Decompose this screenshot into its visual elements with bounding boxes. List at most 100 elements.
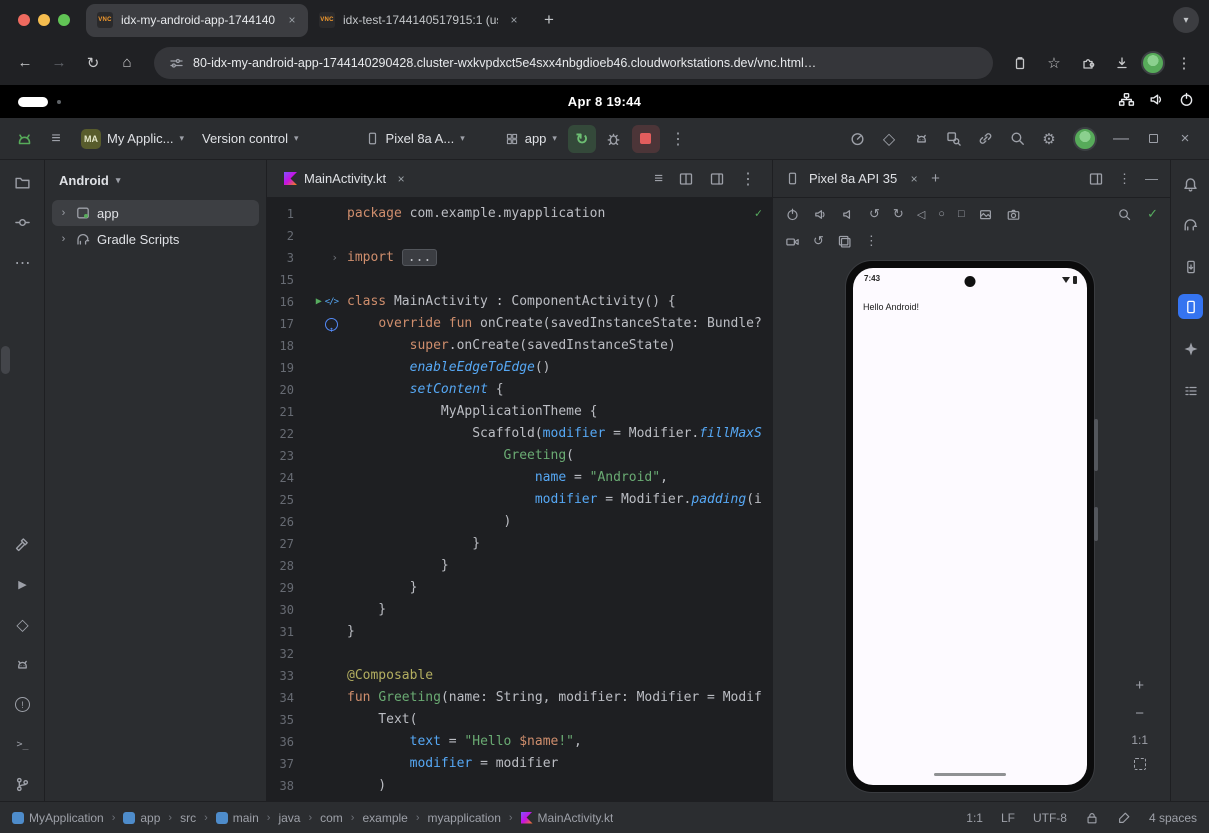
code-line[interactable]: 1package com.example.myapplication <box>267 203 772 225</box>
gradle-tool-icon[interactable] <box>1178 212 1203 237</box>
main-menu-hamburger-icon[interactable]: ≡ <box>42 125 70 153</box>
project-folder-icon[interactable] <box>10 170 35 195</box>
terminal-icon[interactable]: >_ <box>10 732 35 757</box>
tab-search-button[interactable]: ▾ <box>1173 7 1199 33</box>
browser-tab-active[interactable]: VNC idx-my-android-app-1744140 × <box>86 4 308 37</box>
volume-up-icon[interactable] <box>813 207 828 222</box>
project-panel-header[interactable]: Android ▾ <box>45 160 266 200</box>
editor-tab-mainactivity[interactable]: MainActivity.kt × <box>273 160 420 197</box>
readonly-lock-icon[interactable] <box>1085 811 1099 825</box>
logcat-icon[interactable] <box>907 125 935 153</box>
speaker-icon[interactable] <box>1148 91 1165 108</box>
app-quality-insights-tool-icon[interactable]: ◇ <box>10 612 35 637</box>
logcat-tool-icon[interactable] <box>10 652 35 677</box>
minimize-window-button[interactable] <box>38 14 50 26</box>
zoom-in-icon[interactable]: + <box>1135 677 1144 694</box>
device-explorer-icon[interactable] <box>1178 254 1203 279</box>
device-selector[interactable]: Pixel 8a A... ▾ <box>358 127 472 150</box>
zoom-ratio-label[interactable]: 1:1 <box>1131 733 1148 747</box>
problems-icon[interactable]: ! <box>10 692 35 717</box>
tab-close-icon[interactable]: × <box>284 12 300 28</box>
git-branch-icon[interactable] <box>10 772 35 797</box>
code-line[interactable]: 38 ) <box>267 775 772 797</box>
code-line[interactable]: 3›import ... <box>267 247 772 269</box>
device-power-icon[interactable] <box>785 207 800 222</box>
tree-item-gradle-scripts[interactable]: › Gradle Scripts <box>52 226 259 252</box>
code-line[interactable]: 27 } <box>267 533 772 555</box>
browser-menu-kebab-icon[interactable]: ⋮ <box>1169 48 1199 78</box>
search-everywhere-icon[interactable] <box>1003 125 1031 153</box>
rotate-right-icon[interactable]: ↻ <box>893 206 904 222</box>
inspections-ok-icon[interactable]: ✓ <box>755 206 762 220</box>
emulator-more-kebab-icon[interactable]: ⋮ <box>865 233 878 249</box>
ide-maximize-icon[interactable] <box>1139 125 1167 153</box>
address-bar[interactable]: 80-idx-my-android-app-1744140290428.clus… <box>154 47 993 79</box>
run-gutter-icon[interactable]: ▶ <box>316 291 322 313</box>
code-line[interactable]: 31} <box>267 621 772 643</box>
add-device-tab-icon[interactable]: + <box>931 170 940 187</box>
home-icon[interactable]: ⌂ <box>112 48 142 78</box>
debug-bug-icon[interactable] <box>600 125 628 153</box>
tool-window-drag-handle[interactable] <box>1 346 10 374</box>
code-line[interactable]: 26 ) <box>267 511 772 533</box>
structure-list-icon[interactable] <box>1178 378 1203 403</box>
code-line[interactable]: 34fun Greeting(name: String, modifier: M… <box>267 687 772 709</box>
network-icon[interactable] <box>1118 91 1135 108</box>
code-line[interactable]: 16▶</>class MainActivity : ComponentActi… <box>267 291 772 313</box>
code-line[interactable]: 22 Scaffold(modifier = Modifier.fillMaxS <box>267 423 772 445</box>
compose-gutter-icon[interactable]: </> <box>325 291 338 313</box>
breadcrumb-item[interactable]: src <box>180 811 196 825</box>
fit-to-window-icon[interactable] <box>1134 758 1146 770</box>
record-video-icon[interactable] <box>785 234 800 249</box>
code-line[interactable]: 32 <box>267 643 772 665</box>
ide-minimize-icon[interactable]: — <box>1107 125 1135 153</box>
override-gutter-icon[interactable]: ↑ <box>325 318 338 331</box>
phone-screen[interactable]: 7:43 Hello Android! <box>853 268 1087 785</box>
site-settings-icon[interactable] <box>168 55 184 71</box>
fullscreen-window-button[interactable] <box>58 14 70 26</box>
bookmark-star-icon[interactable]: ☆ <box>1039 48 1069 78</box>
code-line[interactable]: 23 Greeting( <box>267 445 772 467</box>
screenshot-icon[interactable] <box>978 207 993 222</box>
code-line[interactable]: 29 } <box>267 577 772 599</box>
code-line[interactable]: 2 <box>267 225 772 247</box>
run-tool-window-icon[interactable]: ▶ <box>10 572 35 597</box>
code-line[interactable]: 18 super.onCreate(savedInstanceState) <box>267 335 772 357</box>
rotate-left-icon[interactable]: ↺ <box>869 206 880 222</box>
tab-close-icon[interactable]: × <box>506 12 522 28</box>
code-line[interactable]: 21 MyApplicationTheme { <box>267 401 772 423</box>
android-back-icon[interactable]: ◁ <box>917 208 925 221</box>
ide-close-icon[interactable]: × <box>1171 125 1199 153</box>
new-tab-button[interactable]: + <box>536 7 562 33</box>
profiler-icon[interactable] <box>843 125 871 153</box>
breadcrumb-item[interactable]: MyApplication <box>12 811 104 825</box>
android-home-icon[interactable]: ○ <box>938 208 945 220</box>
extensions-puzzle-icon[interactable] <box>1073 48 1103 78</box>
code-line[interactable]: 17↑ override fun onCreate(savedInstanceS… <box>267 313 772 335</box>
tree-expand-icon[interactable]: › <box>58 233 69 245</box>
run-more-kebab-icon[interactable]: ⋮ <box>664 125 692 153</box>
app-quality-insights-icon[interactable]: ◇ <box>875 125 903 153</box>
hide-panel-icon[interactable]: — <box>1145 171 1158 186</box>
link-assistant-icon[interactable] <box>971 125 999 153</box>
split-editor-icon[interactable] <box>678 171 694 187</box>
tab-close-icon[interactable]: × <box>906 171 922 187</box>
file-encoding[interactable]: UTF-8 <box>1033 811 1067 825</box>
editor-layout-icon[interactable] <box>709 171 725 187</box>
more-tool-windows-icon[interactable]: ⋯ <box>10 250 35 275</box>
code-line[interactable]: 20 setContent { <box>267 379 772 401</box>
downloads-icon[interactable] <box>1107 48 1137 78</box>
rerun-app-button[interactable]: ↻ <box>568 125 596 153</box>
breadcrumb-item[interactable]: example <box>362 811 407 825</box>
volume-down-icon[interactable] <box>841 207 856 222</box>
emulator-tab-title[interactable]: Pixel 8a API 35 <box>809 171 897 186</box>
breadcrumb-item[interactable]: myapplication <box>428 811 501 825</box>
settings-gear-icon[interactable]: ⚙ <box>1035 125 1063 153</box>
gemini-star-icon[interactable] <box>1178 336 1203 361</box>
commit-icon[interactable] <box>10 210 35 235</box>
profile-avatar[interactable] <box>1141 51 1165 75</box>
vnc-control-handle[interactable] <box>18 97 48 107</box>
panel-options-kebab-icon[interactable]: ⋮ <box>1118 171 1131 187</box>
notifications-bell-icon[interactable] <box>1178 172 1203 197</box>
power-icon[interactable] <box>1178 91 1195 108</box>
